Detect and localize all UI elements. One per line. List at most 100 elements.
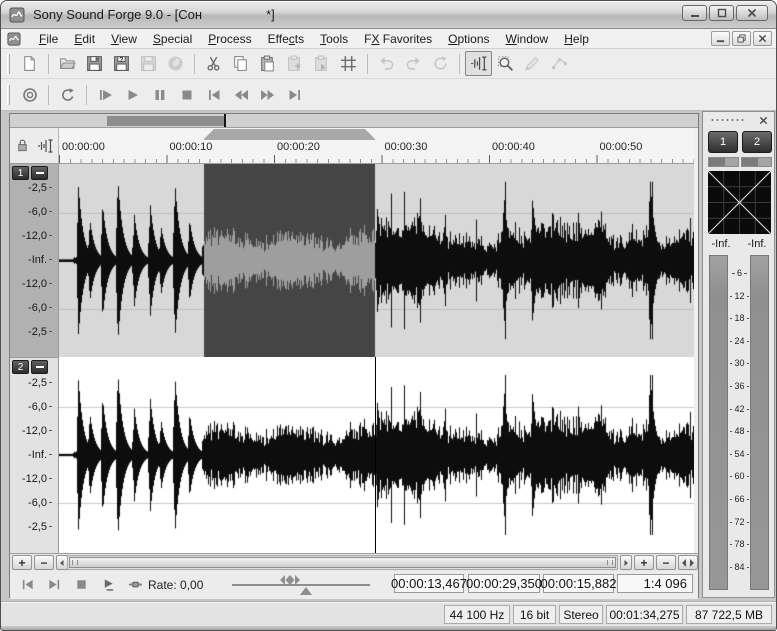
forward-button[interactable] — [254, 82, 281, 107]
open-button[interactable] — [54, 51, 81, 76]
channel-1-wavebox[interactable] — [59, 164, 694, 357]
paste-button[interactable] — [254, 51, 281, 76]
maximize-icon — [717, 8, 727, 18]
meter-scale-value: 78 — [730, 540, 749, 549]
menu-view[interactable]: View — [103, 30, 145, 48]
copy-button[interactable] — [227, 51, 254, 76]
mix-paste-button[interactable] — [308, 51, 335, 76]
play-all-button[interactable] — [92, 82, 119, 107]
loop-playback-button[interactable] — [54, 82, 81, 107]
pencil-tool-button[interactable] — [519, 51, 546, 76]
db-label: -12,0 — [22, 473, 52, 485]
edit-tool-button[interactable] — [465, 51, 492, 76]
repeat-button[interactable] — [427, 51, 454, 76]
mdi-close-button[interactable] — [753, 31, 772, 46]
waveform-channel-2[interactable] — [59, 357, 694, 553]
zoom-out-button[interactable]: − — [656, 555, 676, 570]
rewind-button[interactable] — [227, 82, 254, 107]
zoom-in-time-button[interactable]: + — [12, 555, 32, 570]
panel-grip[interactable] — [710, 118, 744, 122]
stop-button[interactable] — [70, 574, 92, 594]
overview-bar[interactable] — [10, 114, 698, 128]
menu-effects[interactable]: Effects — [260, 30, 312, 48]
trim-crop-button[interactable] — [335, 51, 362, 76]
mdi-minimize-button[interactable] — [711, 31, 730, 46]
new-file-button[interactable] — [16, 51, 43, 76]
menu-file[interactable]: File — [31, 30, 66, 48]
document-system-icon[interactable] — [7, 32, 21, 46]
selection-length-box[interactable]: 00:00:15,882 — [543, 574, 614, 593]
cut-button[interactable] — [200, 51, 227, 76]
channel-1-number-button[interactable]: 1 — [12, 166, 29, 180]
go-to-start-button[interactable] — [200, 82, 227, 107]
save-all-button[interactable] — [135, 51, 162, 76]
edit-tool-icon[interactable] — [37, 138, 53, 154]
envelope-tool-button[interactable] — [546, 51, 573, 76]
channel-2-collapse-button[interactable] — [31, 360, 48, 374]
channel-2-gutter: 2 -2,5-6,0-12,0-Inf.-12,0-6,0-2,5 — [10, 357, 59, 553]
zoom-out-time-button[interactable]: − — [34, 555, 54, 570]
go-to-end-button[interactable] — [43, 574, 65, 594]
menu-fx-favorites[interactable]: FX Favorites — [356, 30, 440, 48]
magnify-tool-button[interactable] — [492, 51, 519, 76]
status-sample-rate[interactable]: 44 100 Hz — [444, 605, 510, 624]
lock-icon[interactable] — [15, 138, 30, 153]
menu-window[interactable]: Window — [498, 30, 557, 48]
overview-cursor[interactable] — [224, 114, 226, 127]
channel-2-number-button[interactable]: 2 — [12, 360, 29, 374]
playback-cursor[interactable] — [375, 357, 376, 553]
menu-tools[interactable]: Tools — [312, 30, 356, 48]
horizontal-scrollbar[interactable] — [67, 555, 618, 570]
zoom-ratio-box[interactable]: 1:4 096 — [617, 574, 693, 593]
menu-special[interactable]: Special — [145, 30, 200, 48]
stop-button[interactable] — [173, 82, 200, 107]
time-ruler[interactable]: 00:00:0000:00:1000:00:2000:00:3000:00:40… — [59, 128, 694, 164]
save-button[interactable] — [81, 51, 108, 76]
paste-special-button[interactable] — [281, 51, 308, 76]
play-normal-button[interactable] — [97, 574, 119, 594]
open-icon — [59, 55, 76, 72]
save-as-button[interactable] — [108, 51, 135, 76]
titlebar[interactable]: Sony Sound Forge 9.0 - [Сон*] — [1, 1, 776, 29]
menu-edit[interactable]: Edit — [66, 30, 103, 48]
scrub-icon — [128, 577, 143, 592]
publish-button[interactable] — [162, 51, 189, 76]
selection-start-box[interactable]: 00:00:13,467 — [394, 574, 464, 593]
meter-channel-2-button[interactable]: 2 — [742, 131, 772, 153]
status-bit-depth[interactable]: 16 bit — [513, 605, 556, 624]
selection-end-box[interactable]: 00:00:29,350 — [468, 574, 540, 593]
toolbar-grip[interactable] — [7, 85, 10, 105]
minimize-button[interactable] — [682, 5, 707, 21]
rate-slider-handle[interactable] — [278, 575, 302, 585]
menu-options[interactable]: Options — [440, 30, 497, 48]
meter-channel-1-button[interactable]: 1 — [708, 131, 738, 153]
toolbar-grip[interactable] — [7, 54, 10, 74]
scrub-button[interactable] — [124, 574, 146, 594]
menu-process[interactable]: Process — [200, 30, 259, 48]
status-channels[interactable]: Stereo — [559, 605, 603, 624]
go-to-end-button[interactable] — [281, 82, 308, 107]
undo-button[interactable] — [373, 51, 400, 76]
overview-selection[interactable] — [107, 116, 224, 126]
scroll-right-button[interactable] — [620, 555, 632, 570]
zoom-fit-button[interactable] — [678, 555, 698, 570]
channel-2-wavebox[interactable] — [59, 357, 694, 553]
pause-button[interactable] — [146, 82, 173, 107]
menu-help[interactable]: Help — [556, 30, 597, 48]
panel-close-button[interactable] — [756, 114, 771, 126]
level-bar-2[interactable] — [741, 157, 772, 167]
waveform-channel-1[interactable] — [59, 164, 694, 357]
close-button[interactable] — [736, 5, 768, 21]
scrollbar-thumb[interactable] — [69, 557, 616, 568]
maximize-button[interactable] — [709, 5, 734, 21]
go-to-start-button[interactable] — [16, 574, 38, 594]
mdi-restore-button[interactable] — [732, 31, 751, 46]
redo-button[interactable] — [400, 51, 427, 76]
level-bar-1[interactable] — [708, 157, 739, 167]
db-label: -6,0 — [28, 401, 52, 413]
zoom-in-button[interactable]: + — [634, 555, 654, 570]
record-button[interactable] — [16, 82, 43, 107]
play-button[interactable] — [119, 82, 146, 107]
channel-1-collapse-button[interactable] — [31, 166, 48, 180]
selection-loop-bar[interactable] — [204, 129, 375, 140]
